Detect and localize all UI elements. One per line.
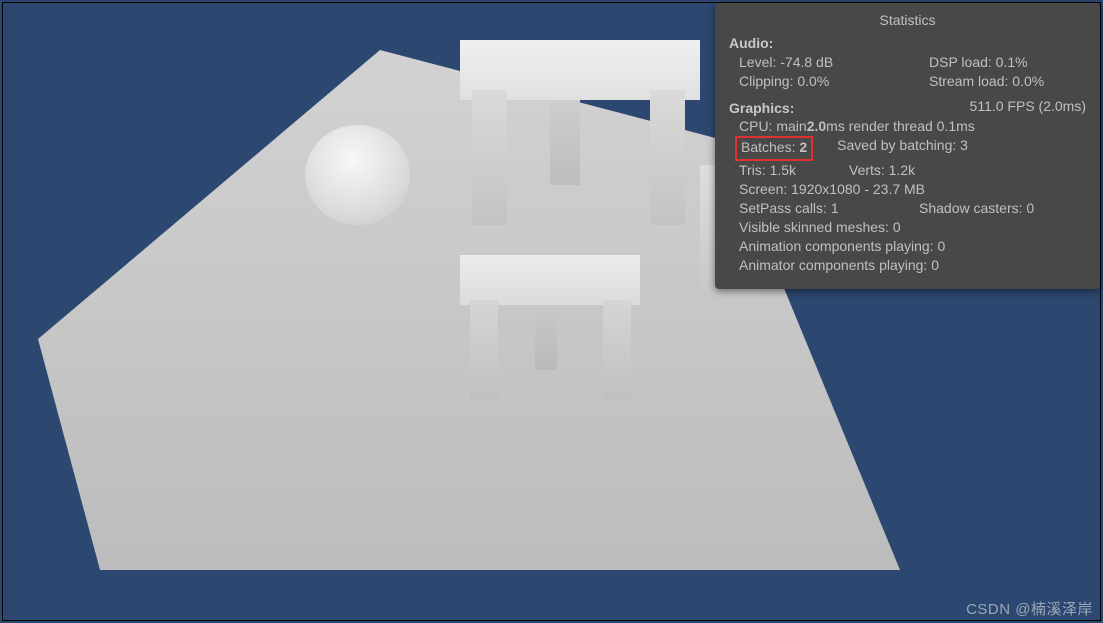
sphere-mesh xyxy=(305,125,410,225)
table-leg xyxy=(603,300,631,400)
table-leg xyxy=(472,90,507,225)
audio-heading: Audio: xyxy=(729,34,1086,53)
audio-stream-load: Stream load: 0.0% xyxy=(929,72,1086,91)
audio-clipping: Clipping: 0.0% xyxy=(739,72,929,91)
animator-components: Animator components playing: 0 xyxy=(739,256,939,275)
table-mesh-back xyxy=(450,40,715,230)
batches-label: Batches: xyxy=(741,139,799,155)
saved-by-batching: Saved by batching: 3 xyxy=(837,136,968,161)
table-leg xyxy=(650,90,685,225)
shadow-casters: Shadow casters: 0 xyxy=(919,199,1034,218)
verts: Verts: 1.2k xyxy=(849,161,915,180)
tris: Tris: 1.5k xyxy=(739,161,849,180)
audio-level: Level: -74.8 dB xyxy=(739,53,929,72)
table-top xyxy=(460,255,640,305)
table-leg xyxy=(535,295,557,370)
batches-highlight: Batches: 2 xyxy=(735,136,813,161)
setpass-calls: SetPass calls: 1 xyxy=(739,199,919,218)
visible-skinned-meshes: Visible skinned meshes: 0 xyxy=(739,218,901,237)
table-leg xyxy=(470,300,498,400)
statistics-panel: Statistics Audio: Level: -74.8 dB DSP lo… xyxy=(715,3,1100,289)
cpu-main-suffix: ms render thread 0.1ms xyxy=(826,117,975,136)
animation-components: Animation components playing: 0 xyxy=(739,237,945,256)
screen-resolution: Screen: 1920x1080 - 23.7 MB xyxy=(739,180,925,199)
graphics-heading: Graphics: xyxy=(729,99,794,118)
watermark: CSDN @楠溪泽岸 xyxy=(966,598,1093,619)
batches-value: 2 xyxy=(799,139,807,155)
cpu-main-value: 2.0 xyxy=(807,117,826,136)
stats-title: Statistics xyxy=(729,11,1086,30)
cpu-main-prefix: CPU: main xyxy=(739,117,807,136)
graphics-fps: 511.0 FPS (2.0ms) xyxy=(970,97,1086,118)
table-mesh-front xyxy=(455,255,650,405)
table-leg xyxy=(550,85,580,185)
audio-dsp-load: DSP load: 0.1% xyxy=(929,53,1086,72)
